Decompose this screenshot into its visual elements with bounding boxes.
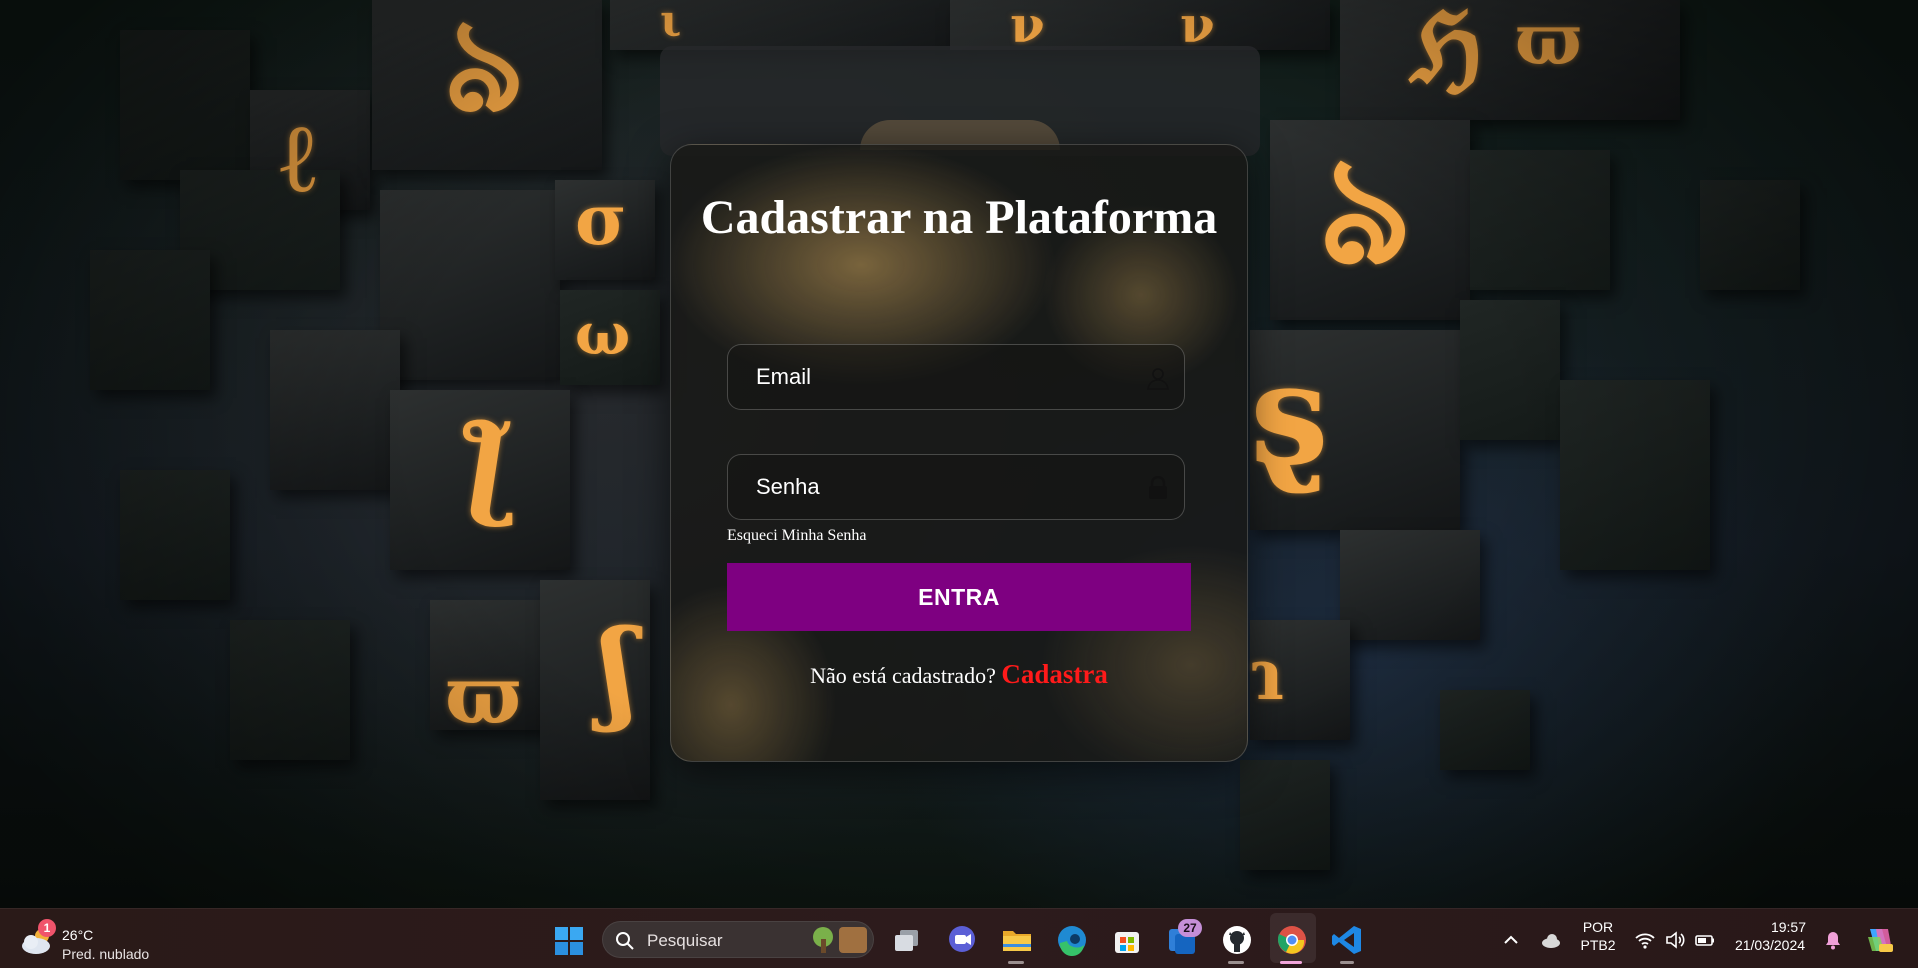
clock-date: 21/03/2024 xyxy=(1734,937,1806,953)
github-icon xyxy=(1223,926,1251,954)
file-explorer-button[interactable] xyxy=(1000,923,1034,957)
weather-temperature: 26°C xyxy=(62,927,94,943)
user-icon xyxy=(1147,368,1169,390)
register-link[interactable]: Cadastra xyxy=(1001,659,1108,689)
taskbar: 1 26°C Pred. nublado Pesquisar 27 POR PT… xyxy=(0,908,1918,968)
submit-button[interactable]: ENTRA xyxy=(727,563,1191,631)
search-placeholder: Pesquisar xyxy=(647,931,723,950)
password-field xyxy=(727,454,1185,520)
notification-bell-icon[interactable] xyxy=(1822,929,1844,951)
onedrive-cloud-icon[interactable] xyxy=(1540,929,1562,951)
windows-start-icon[interactable] xyxy=(554,926,584,956)
task-view-button[interactable] xyxy=(890,923,924,957)
running-indicator xyxy=(1340,961,1354,964)
language-code: POR xyxy=(1582,919,1614,935)
edge-button[interactable] xyxy=(1055,923,1089,957)
clock[interactable]: 19:57 21/03/2024 xyxy=(1728,919,1812,953)
keyboard-layout: PTB2 xyxy=(1580,937,1616,953)
running-indicator xyxy=(1008,961,1024,964)
vscode-icon xyxy=(1332,926,1361,954)
chat-icon xyxy=(949,926,975,952)
running-indicator xyxy=(1228,961,1244,964)
tree-highlight-icon xyxy=(813,927,867,953)
chat-button[interactable] xyxy=(945,923,979,957)
clock-time: 19:57 xyxy=(1770,919,1806,935)
page-title: Cadastrar na Plataforma xyxy=(700,191,1218,244)
battery-icon[interactable] xyxy=(1694,929,1716,951)
weather-description: Pred. nublado xyxy=(62,946,150,962)
language-indicator[interactable]: POR PTB2 xyxy=(1578,919,1618,953)
todo-badge: 27 xyxy=(1178,919,1202,937)
email-input[interactable] xyxy=(728,345,1184,409)
lock-icon xyxy=(1149,476,1167,499)
forgot-password-link[interactable]: Esqueci Minha Senha xyxy=(727,527,867,545)
github-button[interactable] xyxy=(1220,923,1254,957)
weather-badge: 1 xyxy=(38,919,56,937)
active-app-highlight xyxy=(1270,913,1316,963)
register-card: Cadastrar na Plataforma Esqueci Minha Se… xyxy=(670,144,1248,762)
vscode-button[interactable] xyxy=(1330,923,1364,957)
search-icon xyxy=(616,932,634,950)
taskbar-search[interactable]: Pesquisar xyxy=(602,921,874,958)
weather-widget[interactable]: 1 26°C Pred. nublado xyxy=(18,917,178,962)
register-prompt-text: Não está cadastrado? xyxy=(810,663,996,688)
store-icon xyxy=(1115,932,1139,953)
volume-icon[interactable] xyxy=(1664,929,1686,951)
password-input[interactable] xyxy=(728,455,1184,519)
email-field xyxy=(727,344,1185,410)
copilot-icon[interactable] xyxy=(1864,925,1894,955)
task-view-icon xyxy=(895,930,918,951)
register-prompt-row: Não está cadastrado? Cadastra xyxy=(671,659,1247,690)
store-button[interactable] xyxy=(1110,923,1144,957)
chevron-up-icon[interactable] xyxy=(1500,929,1522,951)
card-backdrop xyxy=(660,46,1260,156)
wifi-icon[interactable] xyxy=(1634,929,1656,951)
folder-icon xyxy=(1003,931,1031,951)
edge-icon xyxy=(1058,926,1086,957)
